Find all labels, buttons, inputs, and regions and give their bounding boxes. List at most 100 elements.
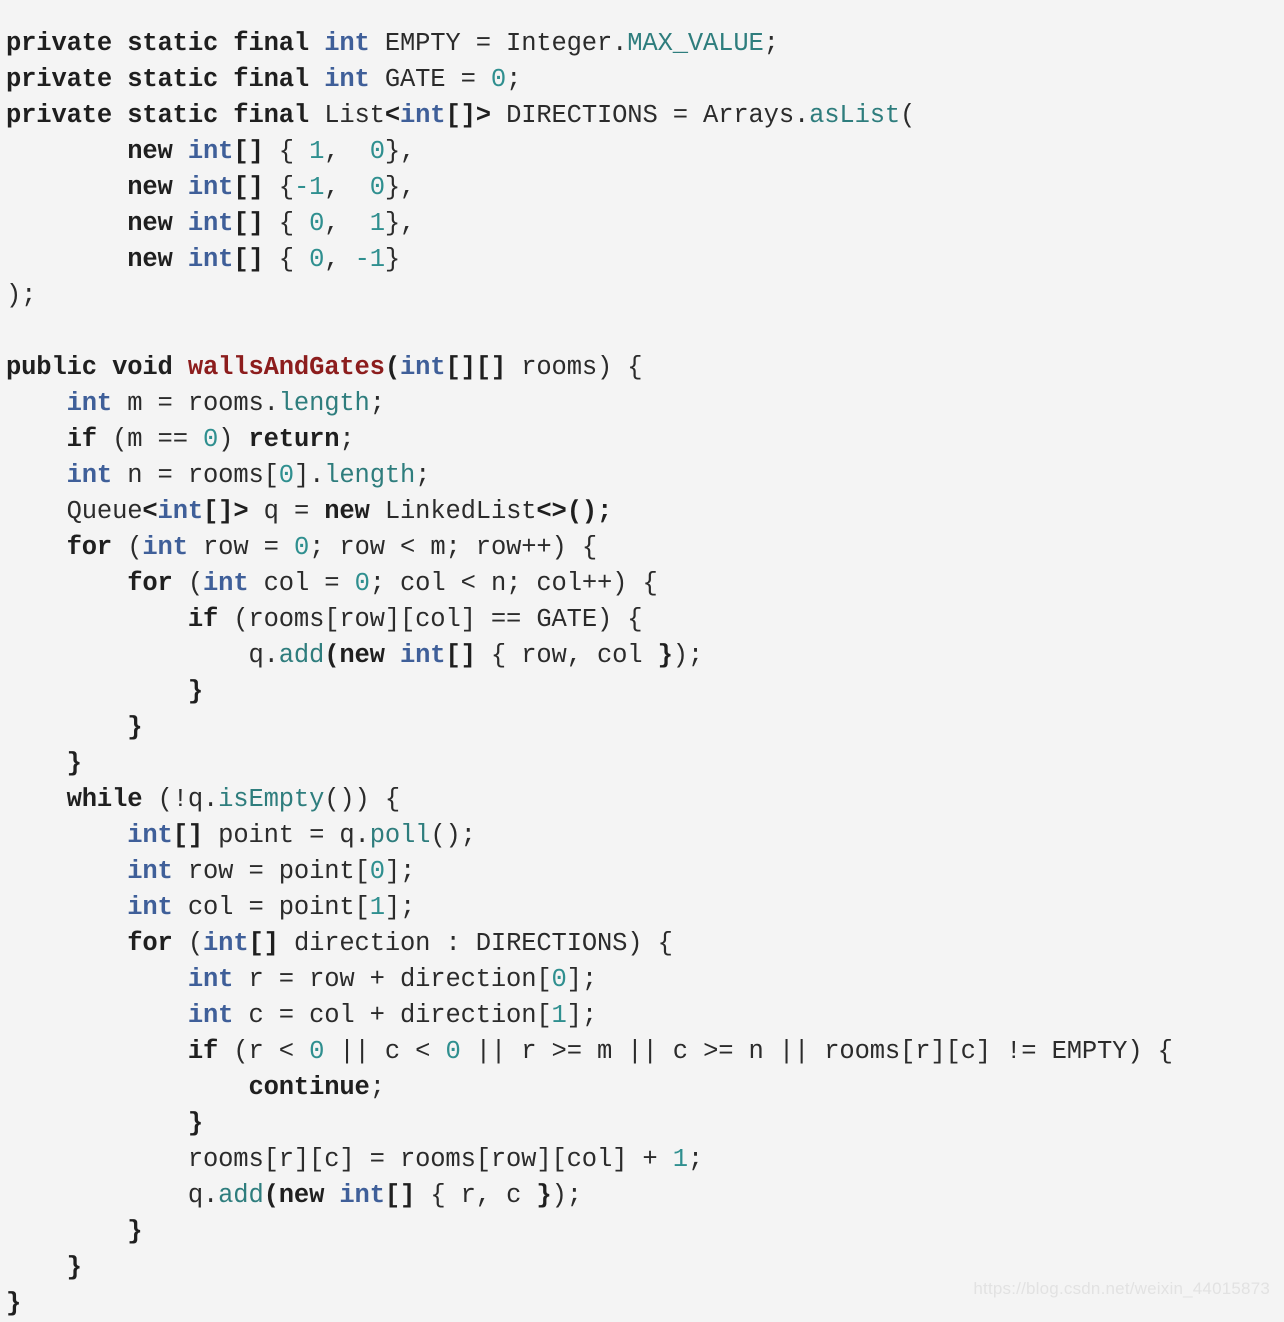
code-token: Queue [66, 496, 143, 526]
code-token: if [187, 1036, 219, 1066]
code-token: ( [263, 1180, 279, 1210]
code-token: ; [369, 1072, 385, 1102]
code-token: { row, col [475, 640, 658, 670]
code-token: 0 [309, 1036, 325, 1066]
code-line: int[] point = q.poll(); [0, 818, 1284, 854]
code-token: add [218, 1180, 264, 1210]
code-token: new [127, 244, 173, 274]
code-token: rooms[r][c] = rooms[row][col] + [6, 1144, 673, 1174]
code-token: { [263, 208, 310, 238]
code-line: if (r < 0 || c < 0 || r >= m || c >= n |… [0, 1034, 1284, 1070]
code-token: c = col + direction[ [233, 1000, 552, 1030]
code-line: rooms[r][c] = rooms[row][col] + 1; [0, 1142, 1284, 1178]
code-token: 0 [551, 964, 567, 994]
code-token: q = [248, 496, 325, 526]
code-token: [] [384, 1180, 416, 1210]
code-token: MAX_VALUE [627, 28, 764, 58]
code-token: [] [233, 244, 264, 274]
code-line: new int[] { 0, -1} [0, 242, 1284, 278]
code-line: if (m == 0) return; [0, 422, 1284, 458]
code-token: return [248, 424, 340, 454]
code-token: int [187, 172, 234, 202]
code-token: LinkedList [369, 496, 537, 526]
code-token: direction : DIRECTIONS) { [278, 928, 673, 958]
code-token: } [187, 1108, 203, 1138]
code-token: length [278, 388, 370, 418]
code-token: ( [172, 568, 204, 598]
code-token: private static final [6, 28, 325, 58]
code-token: ); [672, 640, 704, 670]
code-line: int m = rooms.length; [0, 386, 1284, 422]
code-token: 0 [309, 244, 325, 274]
code-token: 0 [445, 1036, 461, 1066]
code-token: List [324, 100, 385, 130]
code-token: []> [203, 496, 249, 526]
code-token: new [278, 1180, 325, 1210]
code-line: for (int col = 0; col < n; col++) { [0, 566, 1284, 602]
code-token: } [536, 1180, 552, 1210]
code-line: for (int row = 0; row < m; row++) { [0, 530, 1284, 566]
code-token: n = rooms[ [112, 460, 279, 490]
code-line: int r = row + direction[0]; [0, 962, 1284, 998]
code-token: (m == [96, 424, 204, 454]
code-token: , [324, 136, 370, 166]
code-token: DIRECTIONS = Arrays. [490, 100, 810, 130]
code-token: int [187, 136, 234, 166]
code-token: int [127, 856, 173, 886]
code-line: public void wallsAndGates(int[][] rooms)… [0, 350, 1284, 386]
code-token: r = row + direction[ [233, 964, 552, 994]
code-token: int [187, 964, 234, 994]
code-token: []> [445, 100, 491, 130]
code-line: ); [0, 278, 1284, 314]
code-line: } [0, 710, 1284, 746]
code-token: int [127, 892, 173, 922]
code-token: 1 [309, 136, 325, 166]
code-token: row = point[ [172, 856, 370, 886]
code-token: continue [248, 1072, 370, 1102]
code-line: } [0, 1214, 1284, 1250]
code-token: < [142, 496, 158, 526]
code-token: 0 [203, 424, 219, 454]
code-token: || r >= m || c >= n || rooms[r][c] != EM… [460, 1036, 1173, 1066]
code-token: ]. [293, 460, 325, 490]
code-token: col = [248, 568, 355, 598]
code-token: int [187, 1000, 234, 1030]
code-line: while (!q.isEmpty()) { [0, 782, 1284, 818]
code-token: int [142, 532, 188, 562]
code-token: poll [369, 820, 431, 850]
code-token: if [187, 604, 219, 634]
code-token: int [127, 820, 173, 850]
code-token: ]; [566, 1000, 597, 1030]
code-token: } [66, 1252, 82, 1282]
code-token: }, [384, 136, 416, 166]
code-token: col = point[ [172, 892, 370, 922]
code-token: [] [248, 928, 279, 958]
code-token: [][] [445, 352, 507, 382]
code-token: (rooms[row][col] == GATE) { [218, 604, 643, 634]
code-line: int n = rooms[0].length; [0, 458, 1284, 494]
code-token: point = q. [203, 820, 370, 850]
code-token: 0 [490, 64, 507, 94]
code-token: ; [506, 64, 522, 94]
code-line: int row = point[0]; [0, 854, 1284, 890]
code-token: private static final [6, 64, 325, 94]
code-token: { [263, 172, 294, 202]
code-token: -1 [293, 172, 325, 202]
code-token: ]; [384, 856, 416, 886]
code-token: <>(); [536, 496, 613, 526]
code-line: q.add(new int[] { r, c }); [0, 1178, 1284, 1214]
code-token: new [324, 496, 370, 526]
